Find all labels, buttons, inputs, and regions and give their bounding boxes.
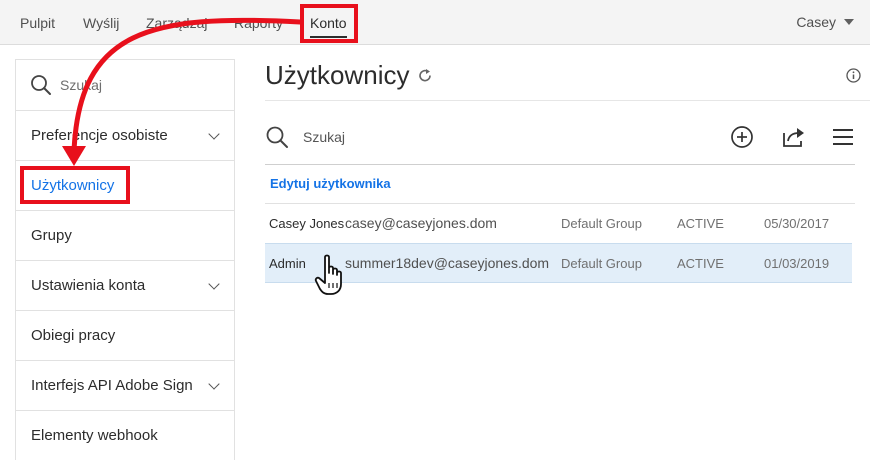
chevron-down-icon [208, 277, 220, 290]
user-date-cell: 05/30/2017 [764, 216, 830, 231]
user-email-cell: casey@caseyjones.dom [345, 215, 497, 231]
table-row[interactable]: Admin summer18dev@caseyjones.dom Default… [265, 243, 852, 283]
user-name-cell: Admin [269, 256, 306, 271]
nav-item-wyslij[interactable]: Wyślij [83, 15, 119, 31]
nav-item-pulpit[interactable]: Pulpit [20, 15, 55, 31]
sidebar-item-obiegi-pracy[interactable]: Obiegi pracy [16, 311, 234, 361]
table-row[interactable]: Casey Jones casey@caseyjones.dom Default… [265, 204, 852, 244]
refresh-icon[interactable] [417, 68, 433, 84]
sidebar-item-preferencje-osobiste[interactable]: Preferencje osobiste [16, 111, 234, 161]
edit-user-link[interactable]: Edytuj użytkownika [270, 176, 391, 191]
nav-item-zarzadzaj[interactable]: Zarządzaj [146, 15, 207, 31]
toolbar-divider [265, 164, 855, 165]
user-status-cell: ACTIVE [677, 256, 724, 271]
user-name-cell: Casey Jones [269, 216, 345, 231]
sidebar-search [16, 60, 234, 111]
share-icon[interactable] [781, 125, 807, 149]
sidebar-item-label: Interfejs API Adobe Sign [31, 377, 193, 394]
sidebar-item-label: Grupy [31, 227, 72, 244]
user-group-cell: Default Group [561, 216, 642, 231]
page-title-container: Użytkownicy [265, 60, 433, 91]
search-icon [31, 75, 51, 95]
add-circle-icon[interactable] [730, 125, 754, 149]
sidebar: Preferencje osobiste Użytkownicy Grupy U… [15, 59, 235, 460]
sidebar-item-label: Obiegi pracy [31, 327, 116, 344]
sidebar-item-label: Elementy webhook [31, 427, 158, 444]
user-menu[interactable]: Casey [796, 14, 854, 30]
caret-down-icon [844, 19, 854, 25]
highlight-box-uzytkownicy [20, 166, 130, 204]
info-icon[interactable] [846, 68, 861, 83]
user-group-cell: Default Group [561, 256, 642, 271]
chevron-down-icon [208, 377, 220, 390]
title-divider [265, 100, 870, 101]
sidebar-item-elementy-webhook[interactable]: Elementy webhook [16, 411, 234, 460]
user-status-cell: ACTIVE [677, 216, 724, 231]
users-search-input[interactable] [303, 129, 503, 145]
sidebar-search-input[interactable] [60, 77, 220, 93]
nav-item-raporty[interactable]: Raporty [234, 15, 283, 31]
user-date-cell: 01/03/2019 [764, 256, 830, 271]
sidebar-item-label: Ustawienia konta [31, 277, 146, 294]
users-search [265, 125, 503, 149]
sidebar-item-label: Preferencje osobiste [31, 127, 168, 144]
hand-pointer-icon [314, 254, 342, 295]
sidebar-item-ustawienia-konta[interactable]: Ustawienia konta [16, 261, 234, 311]
sidebar-item-grupy[interactable]: Grupy [16, 211, 234, 261]
page-title: Użytkownicy [265, 60, 410, 90]
user-email-cell: summer18dev@caseyjones.dom [345, 255, 550, 271]
user-name: Casey [796, 14, 836, 30]
top-navigation-bar: Pulpit Wyślij Zarządzaj Raporty Konto Ca… [0, 0, 870, 45]
sidebar-item-interfejs-api[interactable]: Interfejs API Adobe Sign [16, 361, 234, 411]
highlight-box-konto [300, 4, 358, 43]
search-icon [266, 126, 288, 148]
chevron-down-icon [208, 127, 220, 140]
hamburger-menu-icon[interactable] [832, 127, 854, 147]
